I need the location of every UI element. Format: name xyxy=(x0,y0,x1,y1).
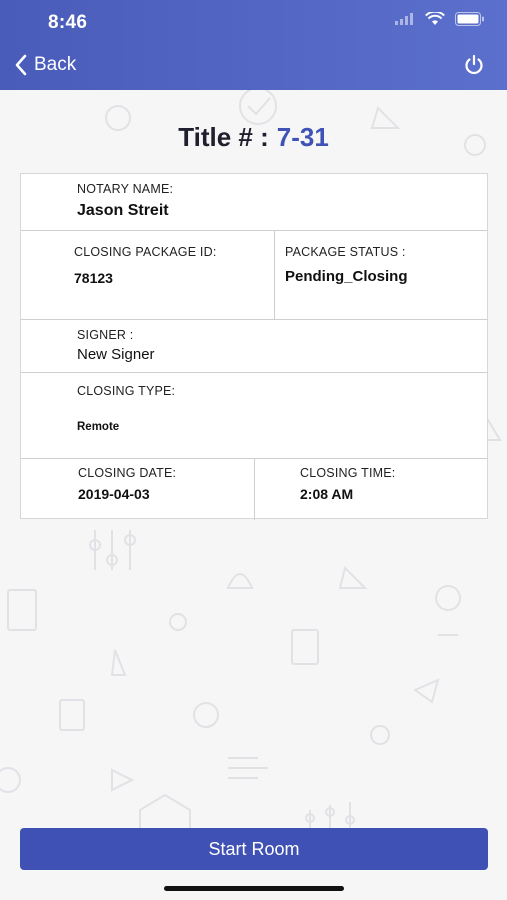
package-status-label: PACKAGE STATUS : xyxy=(285,245,406,259)
start-room-button[interactable]: Start Room xyxy=(20,828,488,870)
notary-name-value: Jason Streit xyxy=(77,202,169,219)
back-label: Back xyxy=(34,54,77,75)
package-id-value: 78123 xyxy=(74,270,113,286)
signal-icon xyxy=(395,13,413,25)
package-row: CLOSING PACKAGE ID: 78123 PACKAGE STATUS… xyxy=(21,231,487,320)
chevron-left-icon xyxy=(15,54,27,76)
package-id-cell: CLOSING PACKAGE ID: 78123 xyxy=(21,231,274,319)
closing-time-label: CLOSING TIME: xyxy=(300,466,396,480)
status-icons xyxy=(395,12,485,26)
wifi-icon xyxy=(425,12,445,25)
signer-row: SIGNER : New Signer xyxy=(21,320,487,373)
power-icon xyxy=(465,54,483,75)
package-id-label: CLOSING PACKAGE ID: xyxy=(74,245,217,259)
signer-value: New Signer xyxy=(77,346,155,363)
app-header: 8:46 Back xyxy=(0,0,507,90)
closing-details-card: NOTARY NAME: Jason Streit CLOSING PACKAG… xyxy=(20,173,488,520)
battery-icon xyxy=(455,12,484,26)
notary-name-label: NOTARY NAME: xyxy=(77,182,174,196)
package-status-cell: PACKAGE STATUS : Pending_Closing xyxy=(274,231,489,319)
closing-time-cell: CLOSING TIME: 2:08 AM xyxy=(254,459,489,520)
closing-time-value: 2:08 AM xyxy=(300,486,354,502)
page-title: Title # :7-31 xyxy=(0,122,507,153)
closing-type-label: CLOSING TYPE: xyxy=(77,384,176,398)
closing-type-row: CLOSING TYPE: Remote xyxy=(21,373,487,459)
closing-date-label: CLOSING DATE: xyxy=(78,466,177,480)
closing-datetime-row: CLOSING DATE: 2019-04-03 CLOSING TIME: 2… xyxy=(21,459,487,520)
closing-date-cell: CLOSING DATE: 2019-04-03 xyxy=(21,459,254,520)
home-indicator xyxy=(164,886,344,891)
logout-button[interactable] xyxy=(463,54,485,81)
signer-label: SIGNER : xyxy=(77,328,134,342)
closing-date-value: 2019-04-03 xyxy=(78,486,150,502)
back-button[interactable]: Back xyxy=(14,54,76,76)
title-label: Title # : xyxy=(178,122,269,152)
title-number: 7-31 xyxy=(276,122,329,152)
status-time: 8:46 xyxy=(48,12,88,33)
package-status-value: Pending_Closing xyxy=(285,268,408,285)
notary-row: NOTARY NAME: Jason Streit xyxy=(21,174,487,231)
closing-type-value: Remote xyxy=(77,421,120,433)
